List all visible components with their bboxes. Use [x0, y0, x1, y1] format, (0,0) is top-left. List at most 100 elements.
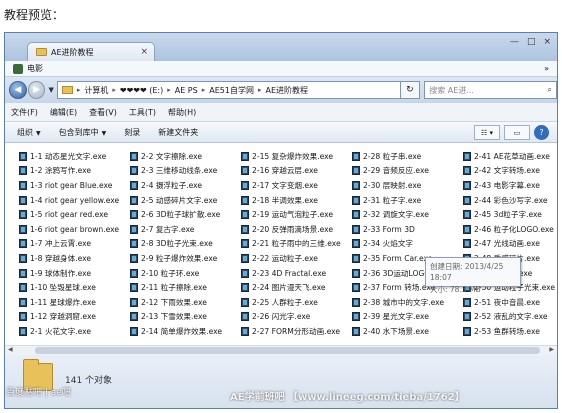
file-item[interactable]: 2-42 文字转场.exe	[463, 164, 557, 179]
file-item[interactable]: 1-3 riot gear Blue.exe	[19, 178, 130, 193]
file-item[interactable]: 2-52 液乱的文字.exe	[463, 310, 557, 325]
file-item[interactable]: 2-27 FORM分形动画.exe	[241, 324, 352, 339]
file-item[interactable]: 2-40 水下场景.exe	[352, 324, 463, 339]
file-item[interactable]: 2-13 下雪效果.exe	[130, 310, 241, 325]
menu-tools[interactable]: 工具(T)	[129, 107, 156, 118]
file-item[interactable]: 2-15 复杂爆炸效果.exe	[241, 149, 352, 164]
file-item[interactable]: 1-4 riot gear yellow.exe	[19, 193, 130, 208]
file-item[interactable]: 2-28 粒子串.exe	[352, 149, 463, 164]
file-item[interactable]: 1-8 穿越身体.exe	[19, 251, 130, 266]
file-item[interactable]: 1-9 球体制作.exe	[19, 266, 130, 281]
file-item[interactable]: 2-17 文字变烟.exe	[241, 178, 352, 193]
file-item[interactable]: 2-29 音频反应.exe	[352, 164, 463, 179]
file-item[interactable]: 2-8 3D粒子光束.exe	[130, 237, 241, 252]
video-file-icon	[352, 151, 360, 161]
video-file-icon	[352, 253, 360, 263]
menu-help[interactable]: 帮助(H)	[168, 107, 196, 118]
file-item[interactable]: 2-1 火花文字.exe	[19, 324, 130, 339]
file-item[interactable]: 2-11 粒子擦除.exe	[130, 280, 241, 295]
file-item[interactable]: 2-33 Form 3D	[352, 222, 463, 237]
crumb-ae-ps[interactable]: AE PS	[175, 86, 198, 95]
file-item[interactable]: 2-12 下雨效果.exe	[130, 295, 241, 310]
file-item[interactable]: 2-18 半调效果.exe	[241, 193, 352, 208]
file-item[interactable]: 2-25 人群粒子.exe	[241, 295, 352, 310]
crumb-ae-advanced[interactable]: AE进阶教程	[265, 85, 308, 96]
scroll-right-icon[interactable]: ▶	[549, 346, 554, 353]
horizontal-scrollbar[interactable]: ◀ ▶	[5, 345, 557, 355]
file-item[interactable]: 2-34 火焰文字	[352, 237, 463, 252]
video-file-icon	[130, 210, 138, 220]
close-button[interactable]: ×	[543, 37, 551, 47]
bookmark-movies[interactable]: 电影	[27, 63, 43, 74]
file-name: 2-29 音频反应.exe	[363, 166, 429, 176]
file-item[interactable]: 2-32 调旋文字.exe	[352, 207, 463, 222]
file-item[interactable]: 2-10 粒子环.exe	[130, 266, 241, 281]
file-item[interactable]: 2-5 动感碎片文字.exe	[130, 193, 241, 208]
crumb-drive[interactable]: ❤❤❤❤ (E:)	[120, 86, 163, 95]
file-item[interactable]: 2-47 光线动画.exe	[463, 237, 557, 252]
view-options-icon[interactable]: ☷ ▾	[474, 125, 500, 140]
menu-file[interactable]: 文件(F)	[11, 107, 38, 118]
file-item[interactable]: 2-4 摄浮粒子.exe	[130, 178, 241, 193]
organize-button[interactable]: 组织 ▼	[17, 127, 41, 138]
breadcrumb[interactable]: ▸ 计算机 ▸ ❤❤❤❤ (E:) ▸ AE PS ▸ AE51自学网 ▸ AE…	[56, 81, 401, 99]
file-item[interactable]: 1-7 冲上云霄.exe	[19, 237, 130, 252]
file-item[interactable]: 2-3 三维移动线条.exe	[130, 164, 241, 179]
tab-ae-tutorial[interactable]: AE进阶教程 ×	[27, 42, 155, 61]
menu-view[interactable]: 查看(V)	[89, 107, 117, 118]
include-in-library-button[interactable]: 包含到库中 ▼	[59, 127, 107, 138]
file-item[interactable]: 2-23 4D Fractal.exe	[241, 266, 352, 281]
new-folder-button[interactable]: 新建文件夹	[158, 127, 198, 138]
file-item[interactable]: 2-43 电影字幕.exe	[463, 178, 557, 193]
file-item[interactable]: 2-39 星光文字.exe	[352, 310, 463, 325]
tab-close-icon[interactable]: ×	[140, 47, 148, 57]
burn-button[interactable]: 刻录	[124, 127, 140, 138]
file-item[interactable]: 2-44 彩色沙写字.exe	[463, 193, 557, 208]
file-item[interactable]: 2-16 穿越云层.exe	[241, 164, 352, 179]
file-item[interactable]: 1-12 穿越洞窟.exe	[19, 310, 130, 325]
file-item[interactable]: 2-30 层映射.exe	[352, 178, 463, 193]
refresh-icon[interactable]: ↻	[400, 81, 421, 99]
file-item[interactable]: 2-31 粒子字.exe	[352, 193, 463, 208]
maximize-button[interactable]: □	[527, 37, 536, 47]
file-item[interactable]: 2-7 复古字.exe	[130, 222, 241, 237]
file-item[interactable]: 1-11 星球爆炸.exe	[19, 295, 130, 310]
scroll-left-icon[interactable]: ◀	[8, 346, 13, 353]
search-input[interactable]: 搜索 AE进... ⌕	[424, 81, 557, 99]
file-name: 2-7 复古字.exe	[141, 224, 195, 234]
file-item[interactable]: 2-6 3D粒子球扩散.exe	[130, 207, 241, 222]
history-dropdown-icon[interactable]: ▼	[48, 86, 53, 94]
file-item[interactable]: 2-14 简单爆炸效果.exe	[130, 324, 241, 339]
file-item[interactable]: 2-51 夜中音晨.exe	[463, 295, 557, 310]
file-item[interactable]: 1-10 坠毁星球.exe	[19, 280, 130, 295]
file-item[interactable]: 2-24 图片漫天飞.exe	[241, 280, 352, 295]
chevron-down-icon: ▼	[36, 129, 41, 137]
file-item[interactable]: 2-41 AE花草动画.exe	[463, 149, 557, 164]
help-icon[interactable]: ?	[534, 125, 549, 140]
file-item[interactable]: 1-6 riot gear brown.exe	[19, 222, 130, 237]
file-name: 2-16 穿越云层.exe	[252, 166, 318, 176]
preview-pane-icon[interactable]: ▭	[504, 125, 530, 140]
file-item[interactable]: 2-46 粒子化LOGO.exe	[463, 222, 557, 237]
file-item[interactable]: 2-20 反弹雨滴场景.exe	[241, 222, 352, 237]
file-item[interactable]: 1-1 动态星光文字.exe	[19, 149, 130, 164]
file-item[interactable]: 2-21 粒子雨中的三维.exe	[241, 237, 352, 252]
forward-button[interactable]: ▶	[27, 81, 46, 99]
menu-edit[interactable]: 编辑(E)	[50, 107, 77, 118]
back-button[interactable]: ◀	[9, 81, 27, 99]
scroll-thumb[interactable]	[35, 347, 540, 354]
crumb-computer[interactable]: 计算机	[84, 85, 108, 96]
file-item[interactable]: 2-53 鱼群转场.exe	[463, 324, 557, 339]
file-item[interactable]: 1-2 涂鸦写作.exe	[19, 164, 130, 179]
file-item[interactable]: 2-45 3d粒子字.exe	[463, 207, 557, 222]
more-bookmarks-icon[interactable]: »	[544, 64, 549, 73]
file-item[interactable]: 2-26 闪光字.exe	[241, 310, 352, 325]
file-item[interactable]: 2-2 文字擦除.exe	[130, 149, 241, 164]
file-item[interactable]: 2-9 粒子爆炸效果.exe	[130, 251, 241, 266]
file-item[interactable]: 2-19 运动气泡粒子.exe	[241, 207, 352, 222]
crumb-ae51[interactable]: AE51自学网	[209, 85, 254, 96]
minimize-button[interactable]: —	[510, 37, 519, 47]
file-item[interactable]: 1-5 riot gear red.exe	[19, 207, 130, 222]
file-item[interactable]: 2-22 运动粒子.exe	[241, 251, 352, 266]
file-item[interactable]: 2-38 城市中的文字.exe	[352, 295, 463, 310]
